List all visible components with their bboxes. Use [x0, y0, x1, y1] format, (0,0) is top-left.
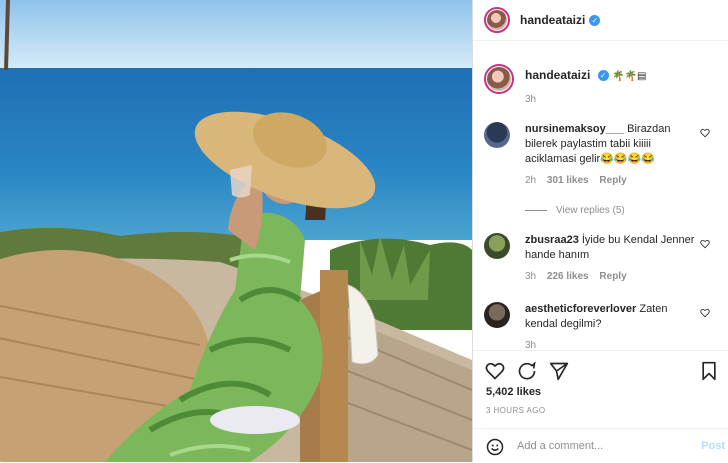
- view-replies-label: View replies (5): [556, 205, 625, 216]
- comment-avatar[interactable]: [484, 302, 510, 328]
- comment: aestheticforeverlover Zaten kendal degil…: [484, 302, 724, 350]
- comment-avatar[interactable]: [484, 122, 510, 148]
- caption-avatar[interactable]: [484, 64, 514, 94]
- comment-username[interactable]: zbusraa23: [525, 234, 579, 246]
- heart-icon[interactable]: [485, 361, 505, 381]
- instagram-post: handeataizi ✓ handeataizi ✓ 🌴🌴▤ 3h nursi…: [0, 0, 728, 462]
- author-avatar[interactable]: [484, 7, 510, 33]
- heart-icon[interactable]: [700, 308, 710, 318]
- caption-time[interactable]: 3h: [525, 94, 536, 105]
- post-timestamp[interactable]: 3 HOURS AGO: [486, 406, 546, 415]
- comment-time[interactable]: 2h: [525, 175, 536, 186]
- bookmark-icon[interactable]: [699, 361, 719, 381]
- post-photo[interactable]: [0, 0, 472, 462]
- comment-username[interactable]: nursinemaksoy___: [525, 123, 624, 135]
- caption-username[interactable]: handeataizi: [525, 68, 590, 82]
- add-comment-bar: Add a comment... Post: [473, 428, 728, 463]
- photo-illustration: [0, 0, 472, 462]
- verified-badge-icon: ✓: [597, 70, 609, 82]
- post-button[interactable]: Post: [701, 440, 725, 452]
- heart-icon[interactable]: [700, 239, 710, 249]
- action-bar: [473, 350, 728, 381]
- comment-meta: 3h 226 likes Reply: [525, 269, 699, 284]
- comment-meta: 2h 301 likes Reply: [525, 173, 699, 188]
- comment-input[interactable]: Add a comment...: [517, 440, 603, 452]
- comment-username[interactable]: aestheticforeverlover: [525, 303, 636, 315]
- caption-text: 🌴🌴▤: [612, 71, 647, 82]
- post-header: handeataizi ✓: [473, 0, 728, 41]
- comment-meta: 3h: [525, 338, 699, 350]
- view-replies-button[interactable]: View replies (5): [525, 205, 625, 216]
- comment-time[interactable]: 3h: [525, 340, 536, 350]
- comment-time[interactable]: 3h: [525, 271, 536, 282]
- verified-badge-icon: ✓: [589, 14, 601, 26]
- heart-icon[interactable]: [700, 128, 710, 138]
- author-username[interactable]: handeataizi: [520, 13, 585, 27]
- comment-icon[interactable]: [517, 361, 537, 381]
- comment-likes[interactable]: 301 likes: [547, 175, 589, 186]
- reply-button[interactable]: Reply: [599, 175, 626, 186]
- reply-button[interactable]: Reply: [599, 271, 626, 282]
- comment-likes[interactable]: 226 likes: [547, 271, 589, 282]
- likes-count[interactable]: 5,402 likes: [486, 386, 541, 398]
- share-icon[interactable]: [549, 361, 569, 381]
- post-sidebar: handeataizi ✓ handeataizi ✓ 🌴🌴▤ 3h nursi…: [472, 0, 728, 462]
- comment-avatar[interactable]: [484, 233, 510, 259]
- smiley-icon[interactable]: [486, 438, 504, 456]
